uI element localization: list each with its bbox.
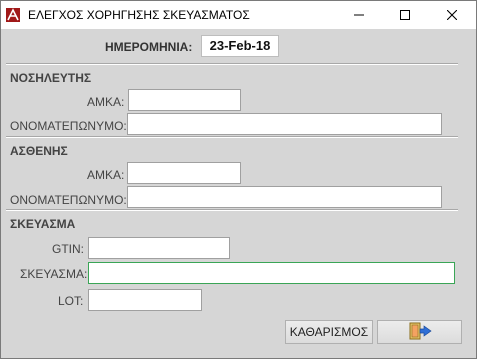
- separator-highlight: [6, 210, 458, 211]
- lot-input[interactable]: [88, 289, 202, 311]
- patient-amka-label: ΑΜΚΑ:: [87, 168, 125, 182]
- separator-highlight: [6, 137, 458, 138]
- product-label: ΣΚΕΥΑΣΜΑ:: [20, 267, 88, 281]
- patient-name-label: ΟΝΟΜΑΤΕΠΩΝΥΜΟ:: [10, 193, 127, 207]
- nurse-name-input[interactable]: [127, 113, 442, 135]
- title-bar[interactable]: ΕΛΕΓΧΟΣ ΧΟΡΗΓΗΣΗΣ ΣΚΕΥΑΣΜΑΤΟΣ: [1, 1, 476, 29]
- app-icon: [5, 7, 21, 23]
- close-button[interactable]: [429, 1, 475, 29]
- nurse-amka-label: ΑΜΚΑ:: [87, 95, 125, 109]
- nurse-name-label: ΟΝΟΜΑΤΕΠΩΝΥΜΟ:: [10, 119, 127, 133]
- exit-button[interactable]: [377, 320, 462, 344]
- date-label: ΗΜΕΡΟΜΗΝΙΑ:: [105, 40, 193, 54]
- patient-amka-input[interactable]: [127, 162, 241, 184]
- minimize-button[interactable]: [336, 1, 382, 29]
- nurse-amka-input[interactable]: [128, 89, 241, 111]
- exit-door-icon: [408, 322, 432, 343]
- product-input[interactable]: [88, 262, 455, 284]
- gtin-input[interactable]: [88, 237, 230, 259]
- nurse-section-label: ΝΟΣΗΛΕΥΤΗΣ: [10, 71, 92, 85]
- maximize-icon: [400, 10, 410, 20]
- lot-label: LOT:: [58, 294, 84, 308]
- patient-section-label: ΑΣΘΕΝΗΣ: [10, 144, 68, 158]
- product-section-label: ΣΚΕΥΑΣΜΑ: [10, 217, 76, 231]
- clear-button[interactable]: ΚΑΘΑΡΙΣΜΟΣ: [285, 320, 373, 344]
- application-window: ΕΛΕΓΧΟΣ ΧΟΡΗΓΗΣΗΣ ΣΚΕΥΑΣΜΑΤΟΣ ΗΜΕΡΟΜΗΝΙΑ…: [0, 0, 477, 359]
- minimize-icon: [354, 14, 364, 16]
- patient-name-input[interactable]: [127, 186, 442, 208]
- close-icon: [447, 10, 457, 20]
- gtin-label: GTIN:: [52, 242, 84, 256]
- separator-highlight: [6, 64, 458, 65]
- date-value: 23-Feb-18: [201, 35, 279, 57]
- maximize-button[interactable]: [382, 1, 428, 29]
- clear-button-label: ΚΑΘΑΡΙΣΜΟΣ: [289, 325, 369, 339]
- window-title: ΕΛΕΓΧΟΣ ΧΟΡΗΓΗΣΗΣ ΣΚΕΥΑΣΜΑΤΟΣ: [28, 8, 250, 22]
